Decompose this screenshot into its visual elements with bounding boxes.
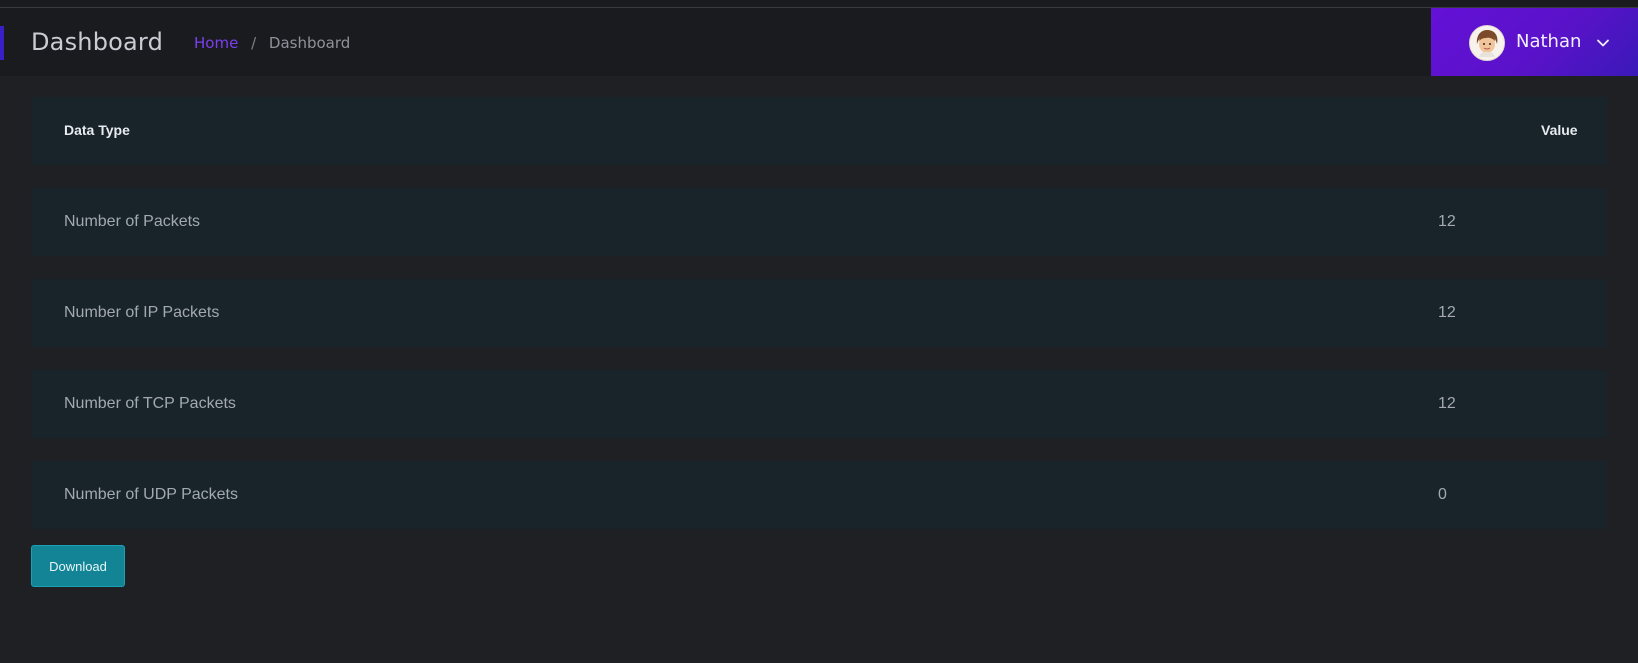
table-header-row: Data Type Value: [31, 97, 1607, 165]
table-row: Number of Packets 12: [31, 188, 1607, 256]
user-name: Nathan: [1516, 31, 1582, 52]
row-data-type: Number of TCP Packets: [64, 395, 236, 412]
breadcrumb: Home / Dashboard: [194, 34, 350, 52]
column-header-value: Value: [1541, 122, 1578, 138]
user-avatar-icon: [1469, 25, 1505, 61]
page-title: Dashboard: [31, 28, 164, 56]
breadcrumb-home-link[interactable]: Home: [194, 34, 238, 52]
row-data-type: Number of UDP Packets: [64, 486, 238, 503]
breadcrumb-separator: /: [251, 34, 257, 52]
table-row: Number of UDP Packets 0: [31, 461, 1607, 529]
window-top-border: [0, 0, 1638, 8]
breadcrumb-current: Dashboard: [268, 34, 351, 52]
user-menu-button[interactable]: Nathan: [1431, 8, 1638, 76]
row-value: 12: [1438, 395, 1456, 412]
row-value: 12: [1438, 304, 1456, 321]
download-button[interactable]: Download: [31, 545, 125, 587]
page-header: Dashboard Home / Dashboard: [0, 8, 1638, 76]
row-value: 0: [1438, 486, 1447, 503]
table-row: Number of IP Packets 12: [31, 279, 1607, 347]
table-row: Number of TCP Packets 12: [31, 370, 1607, 438]
chevron-down-icon: [1596, 36, 1610, 50]
row-data-type: Number of Packets: [64, 213, 201, 230]
row-value: 12: [1438, 213, 1456, 230]
row-data-type: Number of IP Packets: [64, 304, 220, 321]
column-header-data-type: Data Type: [64, 122, 130, 138]
header-accent-bar: [0, 26, 4, 60]
